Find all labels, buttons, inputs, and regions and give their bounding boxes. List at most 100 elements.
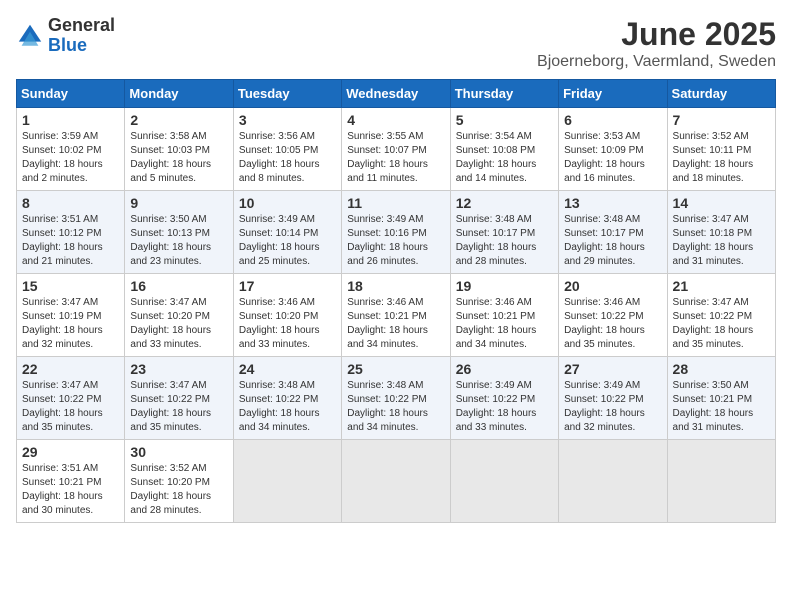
day-detail: Sunrise: 3:47 AM Sunset: 10:20 PM Daylig…	[130, 296, 227, 352]
calendar-week-1: 1 Sunrise: 3:59 AM Sunset: 10:02 PM Dayl…	[17, 108, 776, 191]
table-row: 14 Sunrise: 3:47 AM Sunset: 10:18 PM Day…	[667, 191, 775, 274]
day-detail: Sunrise: 3:49 AM Sunset: 10:16 PM Daylig…	[347, 213, 444, 269]
page-header: General Blue June 2025 Bjoerneborg, Vaer…	[16, 16, 776, 71]
table-row: 6 Sunrise: 3:53 AM Sunset: 10:09 PM Dayl…	[559, 108, 667, 191]
day-number: 3	[239, 112, 336, 128]
day-detail: Sunrise: 3:47 AM Sunset: 10:22 PM Daylig…	[22, 379, 119, 435]
header-friday: Friday	[559, 80, 667, 108]
table-row: 11 Sunrise: 3:49 AM Sunset: 10:16 PM Day…	[342, 191, 450, 274]
day-number: 8	[22, 195, 119, 211]
day-number: 10	[239, 195, 336, 211]
table-row: 18 Sunrise: 3:46 AM Sunset: 10:21 PM Day…	[342, 274, 450, 357]
header-wednesday: Wednesday	[342, 80, 450, 108]
table-row: 23 Sunrise: 3:47 AM Sunset: 10:22 PM Day…	[125, 357, 233, 440]
table-row: 16 Sunrise: 3:47 AM Sunset: 10:20 PM Day…	[125, 274, 233, 357]
logo-text: General Blue	[48, 16, 115, 56]
table-row: 30 Sunrise: 3:52 AM Sunset: 10:20 PM Day…	[125, 440, 233, 523]
day-detail: Sunrise: 3:50 AM Sunset: 10:21 PM Daylig…	[673, 379, 770, 435]
table-row: 8 Sunrise: 3:51 AM Sunset: 10:12 PM Dayl…	[17, 191, 125, 274]
table-row: 9 Sunrise: 3:50 AM Sunset: 10:13 PM Dayl…	[125, 191, 233, 274]
table-row: 10 Sunrise: 3:49 AM Sunset: 10:14 PM Day…	[233, 191, 341, 274]
calendar-week-4: 22 Sunrise: 3:47 AM Sunset: 10:22 PM Day…	[17, 357, 776, 440]
header-tuesday: Tuesday	[233, 80, 341, 108]
day-number: 2	[130, 112, 227, 128]
table-row: 21 Sunrise: 3:47 AM Sunset: 10:22 PM Day…	[667, 274, 775, 357]
day-detail: Sunrise: 3:48 AM Sunset: 10:22 PM Daylig…	[239, 379, 336, 435]
table-row	[667, 440, 775, 523]
day-number: 27	[564, 361, 661, 377]
day-number: 4	[347, 112, 444, 128]
day-number: 17	[239, 278, 336, 294]
header-sunday: Sunday	[17, 80, 125, 108]
day-detail: Sunrise: 3:46 AM Sunset: 10:22 PM Daylig…	[564, 296, 661, 352]
day-detail: Sunrise: 3:46 AM Sunset: 10:20 PM Daylig…	[239, 296, 336, 352]
day-number: 21	[673, 278, 770, 294]
day-number: 11	[347, 195, 444, 211]
day-number: 12	[456, 195, 553, 211]
table-row: 1 Sunrise: 3:59 AM Sunset: 10:02 PM Dayl…	[17, 108, 125, 191]
title-section: June 2025 Bjoerneborg, Vaermland, Sweden	[537, 16, 776, 71]
day-detail: Sunrise: 3:50 AM Sunset: 10:13 PM Daylig…	[130, 213, 227, 269]
day-detail: Sunrise: 3:46 AM Sunset: 10:21 PM Daylig…	[456, 296, 553, 352]
header-monday: Monday	[125, 80, 233, 108]
logo-general: General	[48, 16, 115, 36]
table-row: 29 Sunrise: 3:51 AM Sunset: 10:21 PM Day…	[17, 440, 125, 523]
table-row: 25 Sunrise: 3:48 AM Sunset: 10:22 PM Day…	[342, 357, 450, 440]
day-detail: Sunrise: 3:52 AM Sunset: 10:11 PM Daylig…	[673, 130, 770, 186]
table-row	[342, 440, 450, 523]
header-saturday: Saturday	[667, 80, 775, 108]
day-number: 14	[673, 195, 770, 211]
day-detail: Sunrise: 3:49 AM Sunset: 10:22 PM Daylig…	[456, 379, 553, 435]
table-row: 17 Sunrise: 3:46 AM Sunset: 10:20 PM Day…	[233, 274, 341, 357]
day-number: 18	[347, 278, 444, 294]
logo-icon	[16, 22, 44, 50]
day-number: 25	[347, 361, 444, 377]
day-detail: Sunrise: 3:58 AM Sunset: 10:03 PM Daylig…	[130, 130, 227, 186]
calendar-week-3: 15 Sunrise: 3:47 AM Sunset: 10:19 PM Day…	[17, 274, 776, 357]
day-number: 7	[673, 112, 770, 128]
header-thursday: Thursday	[450, 80, 558, 108]
day-detail: Sunrise: 3:47 AM Sunset: 10:22 PM Daylig…	[673, 296, 770, 352]
table-row	[450, 440, 558, 523]
day-detail: Sunrise: 3:49 AM Sunset: 10:22 PM Daylig…	[564, 379, 661, 435]
logo: General Blue	[16, 16, 115, 56]
day-detail: Sunrise: 3:59 AM Sunset: 10:02 PM Daylig…	[22, 130, 119, 186]
day-detail: Sunrise: 3:48 AM Sunset: 10:17 PM Daylig…	[564, 213, 661, 269]
table-row: 2 Sunrise: 3:58 AM Sunset: 10:03 PM Dayl…	[125, 108, 233, 191]
day-number: 16	[130, 278, 227, 294]
calendar-table: Sunday Monday Tuesday Wednesday Thursday…	[16, 79, 776, 523]
day-detail: Sunrise: 3:54 AM Sunset: 10:08 PM Daylig…	[456, 130, 553, 186]
table-row: 26 Sunrise: 3:49 AM Sunset: 10:22 PM Day…	[450, 357, 558, 440]
table-row: 20 Sunrise: 3:46 AM Sunset: 10:22 PM Day…	[559, 274, 667, 357]
day-detail: Sunrise: 3:47 AM Sunset: 10:19 PM Daylig…	[22, 296, 119, 352]
day-number: 22	[22, 361, 119, 377]
day-number: 13	[564, 195, 661, 211]
day-detail: Sunrise: 3:56 AM Sunset: 10:05 PM Daylig…	[239, 130, 336, 186]
day-detail: Sunrise: 3:48 AM Sunset: 10:17 PM Daylig…	[456, 213, 553, 269]
day-number: 15	[22, 278, 119, 294]
table-row: 13 Sunrise: 3:48 AM Sunset: 10:17 PM Day…	[559, 191, 667, 274]
table-row: 19 Sunrise: 3:46 AM Sunset: 10:21 PM Day…	[450, 274, 558, 357]
month-title: June 2025	[537, 16, 776, 53]
day-detail: Sunrise: 3:49 AM Sunset: 10:14 PM Daylig…	[239, 213, 336, 269]
day-number: 29	[22, 444, 119, 460]
calendar-week-5: 29 Sunrise: 3:51 AM Sunset: 10:21 PM Day…	[17, 440, 776, 523]
table-row: 15 Sunrise: 3:47 AM Sunset: 10:19 PM Day…	[17, 274, 125, 357]
day-number: 24	[239, 361, 336, 377]
day-detail: Sunrise: 3:52 AM Sunset: 10:20 PM Daylig…	[130, 462, 227, 518]
day-number: 9	[130, 195, 227, 211]
day-detail: Sunrise: 3:47 AM Sunset: 10:22 PM Daylig…	[130, 379, 227, 435]
day-number: 23	[130, 361, 227, 377]
day-detail: Sunrise: 3:51 AM Sunset: 10:12 PM Daylig…	[22, 213, 119, 269]
table-row: 24 Sunrise: 3:48 AM Sunset: 10:22 PM Day…	[233, 357, 341, 440]
table-row: 27 Sunrise: 3:49 AM Sunset: 10:22 PM Day…	[559, 357, 667, 440]
table-row: 7 Sunrise: 3:52 AM Sunset: 10:11 PM Dayl…	[667, 108, 775, 191]
day-number: 6	[564, 112, 661, 128]
calendar-header-row: Sunday Monday Tuesday Wednesday Thursday…	[17, 80, 776, 108]
day-detail: Sunrise: 3:46 AM Sunset: 10:21 PM Daylig…	[347, 296, 444, 352]
location-title: Bjoerneborg, Vaermland, Sweden	[537, 53, 776, 71]
day-number: 26	[456, 361, 553, 377]
table-row: 12 Sunrise: 3:48 AM Sunset: 10:17 PM Day…	[450, 191, 558, 274]
day-number: 19	[456, 278, 553, 294]
table-row: 4 Sunrise: 3:55 AM Sunset: 10:07 PM Dayl…	[342, 108, 450, 191]
